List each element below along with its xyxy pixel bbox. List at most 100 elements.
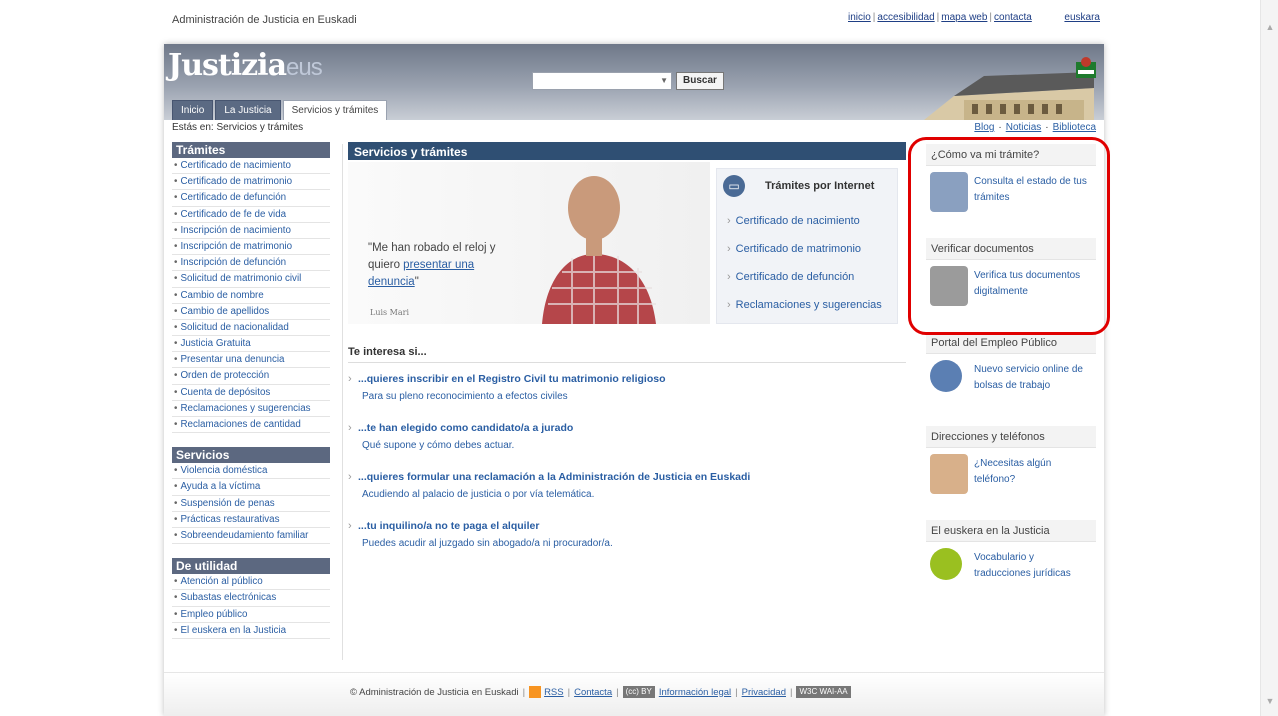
w3c-badge[interactable]: W3C WAI-AA xyxy=(796,686,851,698)
sidebar-servicios: Servicios Violencia domésticaAyuda a la … xyxy=(172,447,330,545)
footer: © Administración de Justicia en Euskadi … xyxy=(164,672,1104,716)
sidebar-item[interactable]: Certificado de nacimiento xyxy=(172,158,330,175)
rss-icon xyxy=(529,686,542,698)
privacy-link[interactable]: Privacidad xyxy=(742,687,786,698)
footer-links: © Administración de Justicia en Euskadi … xyxy=(350,686,851,698)
sidebar-title: Servicios xyxy=(172,447,330,464)
box-link[interactable]: ¿Necesitas algún teléfono? xyxy=(974,458,1051,485)
sidebar-item[interactable]: Sobreendeudamiento familiar xyxy=(172,528,330,545)
person-photo xyxy=(542,176,656,324)
tab-servicios[interactable]: Servicios y trámites xyxy=(282,100,388,120)
search-button[interactable]: Buscar xyxy=(676,72,724,90)
scroll-down-icon[interactable]: ▼ xyxy=(1265,696,1275,706)
sidebar-item[interactable]: Justicia Gratuita xyxy=(172,336,330,353)
sidebar-item[interactable]: Subastas electrónicas xyxy=(172,590,330,607)
sidebar-item[interactable]: Reclamaciones de cantidad xyxy=(172,417,330,434)
sidebar-item[interactable]: Cuenta de depósitos xyxy=(172,385,330,401)
interest-question-link[interactable]: ...te han elegido como candidato/a a jur… xyxy=(358,422,906,434)
breadcrumb: Estás en: Servicios y trámites xyxy=(172,122,304,133)
page: Administración de Justicia en Euskadi in… xyxy=(0,0,1260,716)
box-body: ¿Necesitas algún teléfono? xyxy=(926,448,1096,504)
box-link[interactable]: Vocabulario y traducciones jurídicas xyxy=(974,552,1071,579)
tab-inicio[interactable]: Inicio xyxy=(172,100,214,120)
page-title: Servicios y trámites xyxy=(348,142,906,160)
interest-section: Te interesa si... ...quieres inscribir e… xyxy=(348,346,906,549)
cc-license-badge[interactable]: (cc) BY xyxy=(622,686,655,698)
sidebar-item[interactable]: Solicitud de matrimonio civil xyxy=(172,271,330,288)
tramites-internet-title: Trámites por Internet xyxy=(765,180,875,192)
link-inicio[interactable]: inicio xyxy=(848,12,871,23)
sidebar-item[interactable]: Solicitud de nacionalidad xyxy=(172,320,330,337)
link-blog[interactable]: Blog xyxy=(974,122,994,133)
sidebar-item[interactable]: Violencia doméstica xyxy=(172,463,330,480)
link-biblioteca[interactable]: Biblioteca xyxy=(1053,122,1096,133)
org-name: Administración de Justicia en Euskadi xyxy=(172,14,357,26)
interest-question-link[interactable]: ...quieres inscribir en el Registro Civi… xyxy=(358,373,906,385)
interest-item: ...tu inquilino/a no te paga el alquiler… xyxy=(348,520,906,549)
tramites-internet-header: ▭ Trámites por Internet xyxy=(723,175,874,197)
site-logo[interactable]: Justiziaeus xyxy=(168,48,323,83)
sidebar-item[interactable]: Prácticas restaurativas xyxy=(172,512,330,528)
legal-link[interactable]: Información legal xyxy=(659,687,731,698)
scrollbar[interactable]: ▲ ▼ xyxy=(1260,0,1278,716)
sidebar-item[interactable]: Inscripción de matrimonio xyxy=(172,239,330,256)
sidebar-item[interactable]: Orden de protección xyxy=(172,368,330,385)
interest-question-link[interactable]: ...quieres formular una reclamación a la… xyxy=(358,471,906,483)
box-link[interactable]: Nuevo servicio online de bolsas de traba… xyxy=(974,364,1083,391)
hero-banner: "Me han robado el reloj y quiero present… xyxy=(348,162,906,324)
sidebar-item[interactable]: Presentar una denuncia xyxy=(172,352,330,369)
header: Justiziaeus ▼ Buscar Inicio La Justicia … xyxy=(164,44,1104,120)
blog-links: Blog · Noticias · Biblioteca xyxy=(974,122,1096,133)
link-mapa-web[interactable]: mapa web xyxy=(941,12,987,23)
quote-author: Luis Mari xyxy=(370,308,410,317)
scroll-up-icon[interactable]: ▲ xyxy=(1265,22,1275,32)
sidebar-box: El euskera en la Justicia Vocabulario y t… xyxy=(926,520,1096,598)
sidebar-item[interactable]: Cambio de nombre xyxy=(172,288,330,304)
interest-answer-link[interactable]: Acudiendo al palacio de justicia o por v… xyxy=(358,489,906,500)
footer-contacta-link[interactable]: Contacta xyxy=(574,687,612,698)
tramite-internet-link[interactable]: Certificado de matrimonio xyxy=(727,243,882,271)
divider xyxy=(342,144,343,660)
sidebar-item[interactable]: Atención al público xyxy=(172,574,330,591)
main-tabs: Inicio La Justicia Servicios y trámites xyxy=(172,100,389,120)
tab-la-justicia[interactable]: La Justicia xyxy=(215,100,281,120)
sidebar-item[interactable]: Inscripción de nacimiento xyxy=(172,223,330,239)
interest-answer-link[interactable]: Para su pleno reconocimiento a efectos c… xyxy=(358,391,906,402)
sidebar-item[interactable]: Certificado de fe de vida xyxy=(172,207,330,223)
box-body: Nuevo servicio online de bolsas de traba… xyxy=(926,354,1096,410)
language-link[interactable]: euskara xyxy=(1064,12,1100,23)
tramites-internet-box: ▭ Trámites por Internet Certificado de n… xyxy=(716,168,898,324)
interest-item: ...te han elegido como candidato/a a jur… xyxy=(348,422,906,451)
search-bar: ▼ Buscar xyxy=(532,72,724,90)
tramite-internet-link[interactable]: Reclamaciones y sugerencias xyxy=(727,299,882,327)
interest-title: Te interesa si... xyxy=(348,346,906,363)
sidebar-item[interactable]: Certificado de matrimonio xyxy=(172,174,330,191)
sidebar-item[interactable]: Reclamaciones y sugerencias xyxy=(172,401,330,417)
sidebar-item[interactable]: Cambio de apellidos xyxy=(172,304,330,320)
interest-answer-link[interactable]: Qué supone y cómo debes actuar. xyxy=(358,440,906,451)
interest-item: ...quieres formular una reclamación a la… xyxy=(348,471,906,500)
link-contacta[interactable]: contacta xyxy=(994,12,1032,23)
top-links: inicio | accesibilidad | mapa web | contacta xyxy=(848,12,1032,23)
top-bar: Administración de Justicia en Euskadi in… xyxy=(172,12,1100,30)
box-title: El euskera en la Justicia xyxy=(926,520,1096,542)
tramite-internet-link[interactable]: Certificado de defunción xyxy=(727,271,882,299)
sidebar-tramites: Trámites Certificado de nacimientoCertif… xyxy=(172,142,330,434)
sidebar-item[interactable]: Suspensión de penas xyxy=(172,496,330,512)
tramite-internet-link[interactable]: Certificado de nacimiento xyxy=(727,215,882,243)
search-input[interactable]: ▼ xyxy=(532,72,672,90)
link-noticias[interactable]: Noticias xyxy=(1006,122,1042,133)
sidebar-item[interactable]: Inscripción de defunción xyxy=(172,255,330,272)
sidebar-item[interactable]: Empleo público xyxy=(172,607,330,623)
link-accesibilidad[interactable]: accesibilidad xyxy=(877,12,934,23)
sidebar-title: De utilidad xyxy=(172,558,330,575)
phone-person-icon xyxy=(930,454,968,494)
sidebar-box: Portal del Empleo Público Nuevo servicio … xyxy=(926,332,1096,410)
interest-answer-link[interactable]: Puedes acudir al juzgado sin abogado/a n… xyxy=(358,538,906,549)
sidebar-item[interactable]: El euskera en la Justicia xyxy=(172,623,330,639)
sidebar-item[interactable]: Certificado de defunción xyxy=(172,190,330,207)
rss-link[interactable]: RSS xyxy=(544,687,564,698)
sidebar-item[interactable]: Ayuda a la víctima xyxy=(172,479,330,496)
interest-question-link[interactable]: ...tu inquilino/a no te paga el alquiler xyxy=(358,520,906,532)
box-title: Portal del Empleo Público xyxy=(926,332,1096,354)
